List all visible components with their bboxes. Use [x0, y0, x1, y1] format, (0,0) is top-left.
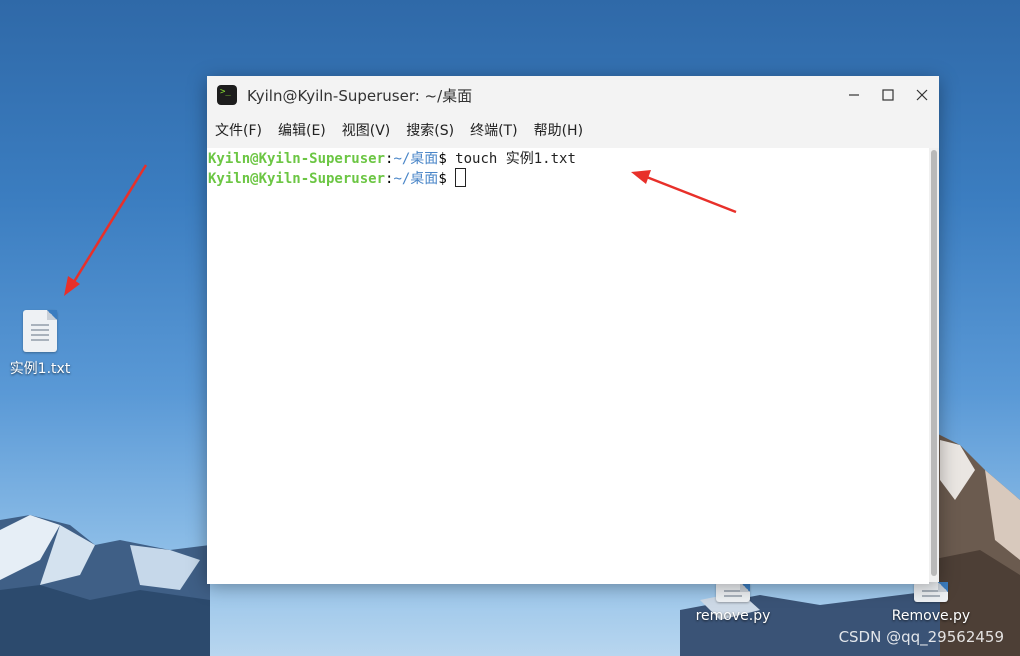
command-text [447, 171, 455, 187]
scrollbar-thumb[interactable] [931, 150, 937, 576]
window-titlebar[interactable]: >_ Kyiln@Kyiln-Superuser: ~/桌面 [207, 76, 939, 114]
terminal-line: Kyiln@Kyiln-Superuser:~/桌面$ touch 实例1.tx… [207, 150, 929, 168]
watermark: CSDN @qq_29562459 [838, 628, 1004, 646]
menu-file[interactable]: 文件(F) [215, 120, 262, 140]
python-file-icon [716, 582, 750, 602]
prompt-symbol: $ [438, 151, 447, 167]
prompt-user: Kyiln@Kyiln-Superuser [208, 171, 386, 187]
close-icon [916, 89, 928, 101]
prompt-user: Kyiln@Kyiln-Superuser [208, 151, 386, 167]
desktop-icon-label: 实例1.txt [9, 361, 71, 377]
desktop-icon-shili1-txt[interactable]: 实例1.txt [0, 310, 80, 378]
minimize-icon [849, 94, 859, 96]
text-cursor [455, 168, 467, 187]
menu-terminal[interactable]: 终端(T) [470, 120, 517, 140]
desktop-icon-label: remove.py [695, 608, 771, 624]
desktop-icon-remove-py[interactable]: remove.py [693, 582, 773, 624]
prompt-path: ~/桌面 [393, 171, 439, 187]
menu-help[interactable]: 帮助(H) [534, 120, 583, 140]
menu-edit[interactable]: 编辑(E) [278, 120, 326, 140]
vertical-scrollbar[interactable] [929, 148, 939, 582]
menu-search[interactable]: 搜索(S) [406, 120, 454, 140]
window-title: Kyiln@Kyiln-Superuser: ~/桌面 [247, 86, 473, 105]
terminal-icon: >_ [217, 85, 237, 105]
prompt-path: ~/桌面 [393, 151, 439, 167]
minimize-button[interactable] [837, 76, 871, 114]
terminal-window[interactable]: >_ Kyiln@Kyiln-Superuser: ~/桌面 文件(F) 编辑(… [207, 76, 939, 584]
terminal-output[interactable]: Kyiln@Kyiln-Superuser:~/桌面$ touch 实例1.tx… [207, 148, 929, 584]
menu-bar: 文件(F) 编辑(E) 视图(V) 搜索(S) 终端(T) 帮助(H) [207, 114, 939, 146]
close-button[interactable] [905, 76, 939, 114]
menu-view[interactable]: 视图(V) [342, 120, 391, 140]
python-file-icon [914, 582, 948, 602]
terminal-line: Kyiln@Kyiln-Superuser:~/桌面$ [207, 168, 929, 188]
maximize-icon [882, 89, 894, 101]
prompt-symbol: $ [438, 171, 447, 187]
text-file-icon [23, 310, 57, 352]
desktop-icon-Remove-py[interactable]: Remove.py [891, 582, 971, 624]
maximize-button[interactable] [871, 76, 905, 114]
command-text: touch 实例1.txt [446, 151, 576, 167]
desktop-icon-label: Remove.py [891, 608, 971, 624]
